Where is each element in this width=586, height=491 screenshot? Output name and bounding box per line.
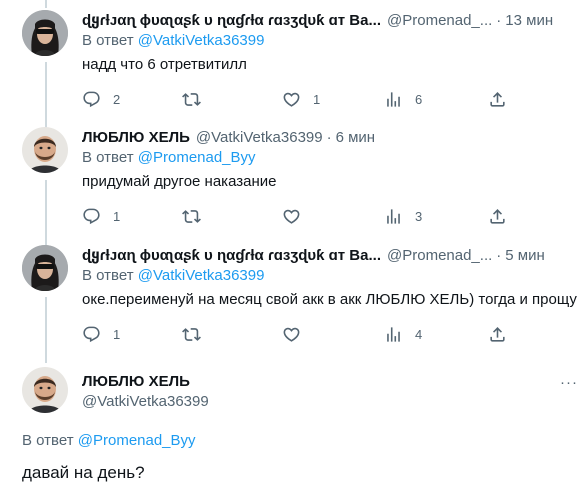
author-name[interactable]: ɖყɾƚᴊαɳ ɸυαʅαʂƙ υ ɳαɠɾƚα ɾɑɜʒɖυƙ ɑт Ва..… bbox=[82, 11, 381, 29]
man-avatar-image bbox=[22, 367, 68, 413]
reply-to-link[interactable]: @Promenad_Byy bbox=[78, 432, 196, 449]
reply-to-line: В ответ @Promenad_Byy bbox=[82, 149, 578, 169]
views-count: 4 bbox=[415, 327, 423, 342]
avatar[interactable] bbox=[22, 245, 68, 291]
retweet-button[interactable] bbox=[182, 207, 201, 226]
views-count: 3 bbox=[415, 209, 423, 224]
reply-tweet[interactable]: ɖყɾƚᴊαɳ ɸυαʅαʂƙ υ ɳαɠɾƚα ɾɑɜʒɖυƙ ɑт Ва..… bbox=[0, 245, 586, 355]
timestamp[interactable]: 6 мин bbox=[336, 129, 376, 146]
retweet-button[interactable] bbox=[182, 90, 201, 109]
views-count: 6 bbox=[415, 92, 423, 107]
avatar[interactable] bbox=[22, 10, 68, 56]
views-icon bbox=[387, 209, 400, 224]
reply-to-line: В ответ @VatkiVetka36399 bbox=[82, 32, 578, 52]
like-button[interactable] bbox=[282, 325, 301, 344]
girl-avatar-image bbox=[22, 245, 68, 291]
separator-dot: · bbox=[326, 128, 332, 146]
reply-tweet[interactable]: ɖყɾƚᴊαɳ ɸυαʅαʂƙ υ ɳαɠɾƚα ɾɑɜʒɖυƙ ɑт Ва..… bbox=[0, 10, 586, 120]
reply-to-link[interactable]: @VatkiVetka36399 bbox=[138, 32, 265, 49]
girl-avatar-image bbox=[22, 10, 68, 56]
like-icon bbox=[283, 92, 300, 107]
avatar[interactable] bbox=[22, 127, 68, 173]
reply-prefix: В ответ bbox=[82, 267, 134, 284]
reply-to-link[interactable]: @Promenad_Byy bbox=[138, 149, 256, 166]
author-handle[interactable]: @VatkiVetka36399 bbox=[196, 129, 323, 146]
like-count: 1 bbox=[313, 92, 321, 107]
share-icon bbox=[490, 327, 505, 342]
reply-prefix: В ответ bbox=[22, 432, 74, 449]
views-icon bbox=[387, 327, 400, 342]
reply-tweet[interactable]: ЛЮБЛЮ ХЕЛЬ @VatkiVetka36399 · 6 мин В от… bbox=[0, 127, 586, 237]
share-button[interactable] bbox=[488, 90, 507, 109]
avatar[interactable] bbox=[22, 367, 68, 413]
retweet-icon bbox=[182, 328, 201, 341]
reply-button[interactable]: 1 bbox=[82, 325, 120, 344]
tweet-header: ɖყɾƚᴊαɳ ɸυαʅαʂƙ υ ɳαɠɾƚα ɾɑɜʒɖυƙ ɑт Ва..… bbox=[82, 245, 578, 265]
tweet-text: придумай другое наказание bbox=[82, 173, 277, 190]
share-icon bbox=[490, 209, 505, 224]
share-button[interactable] bbox=[488, 207, 507, 226]
tweet-header: ЛЮБЛЮ ХЕЛЬ @VatkiVetka36399 · 6 мин bbox=[82, 127, 578, 147]
separator-dot: · bbox=[496, 246, 502, 264]
tweet-text: надд что 6 отретвитилл bbox=[82, 56, 247, 73]
action-bar: 1 4 bbox=[82, 325, 522, 345]
separator-dot: · bbox=[496, 11, 502, 29]
reply-to-line: В ответ @Promenad_Byy bbox=[22, 432, 196, 449]
reply-icon bbox=[83, 208, 100, 225]
reply-count: 2 bbox=[113, 92, 121, 107]
tweet-text: давай на день? bbox=[22, 463, 145, 482]
reply-count: 1 bbox=[113, 209, 121, 224]
reply-button[interactable]: 1 bbox=[82, 207, 120, 226]
more-icon[interactable]: ··· bbox=[560, 374, 578, 391]
share-icon bbox=[490, 92, 505, 107]
like-button[interactable]: 1 bbox=[282, 90, 320, 109]
reply-button[interactable]: 2 bbox=[82, 90, 120, 109]
reply-to-line: В ответ @VatkiVetka36399 bbox=[82, 267, 578, 287]
tweet-header: ɖყɾƚᴊαɳ ɸυαʅαʂƙ υ ɳαɠɾƚα ɾɑɜʒɖυƙ ɑт Ва..… bbox=[82, 10, 578, 30]
retweet-icon bbox=[182, 93, 201, 106]
reply-prefix: В ответ bbox=[82, 32, 134, 49]
tweet-text: оке.переименуй на месяц свой акк в акк Л… bbox=[82, 291, 577, 308]
like-icon bbox=[283, 209, 300, 224]
reply-to-link[interactable]: @VatkiVetka36399 bbox=[138, 267, 265, 284]
author-name[interactable]: ЛЮБЛЮ ХЕЛЬ bbox=[82, 129, 190, 146]
author-handle[interactable]: @VatkiVetka36399 bbox=[82, 393, 209, 410]
timestamp[interactable]: 13 мин bbox=[505, 12, 553, 29]
reply-count: 1 bbox=[113, 327, 121, 342]
reply-icon bbox=[83, 326, 100, 343]
retweet-icon bbox=[182, 210, 201, 223]
author-handle[interactable]: @Promenad_... bbox=[387, 247, 492, 264]
views-button[interactable]: 6 bbox=[384, 90, 422, 109]
like-button[interactable] bbox=[282, 207, 301, 226]
reply-icon bbox=[83, 91, 100, 108]
author-handle[interactable]: @Promenad_... bbox=[387, 12, 492, 29]
action-bar: 1 3 bbox=[82, 207, 522, 227]
like-icon bbox=[283, 327, 300, 342]
man-avatar-image bbox=[22, 127, 68, 173]
author-name[interactable]: ɖყɾƚᴊαɳ ɸυαʅαʂƙ υ ɳαɠɾƚα ɾɑɜʒɖυƙ ɑт Ва..… bbox=[82, 246, 381, 264]
timestamp[interactable]: 5 мин bbox=[505, 247, 545, 264]
reply-prefix: В ответ bbox=[82, 149, 134, 166]
author-name[interactable]: ЛЮБЛЮ ХЕЛЬ bbox=[82, 373, 190, 390]
thread-line bbox=[45, 0, 47, 8]
views-icon bbox=[387, 92, 400, 107]
views-button[interactable]: 4 bbox=[384, 325, 422, 344]
share-button[interactable] bbox=[488, 325, 507, 344]
views-button[interactable]: 3 bbox=[384, 207, 422, 226]
retweet-button[interactable] bbox=[182, 325, 201, 344]
action-bar: 2 1 6 bbox=[82, 90, 522, 110]
